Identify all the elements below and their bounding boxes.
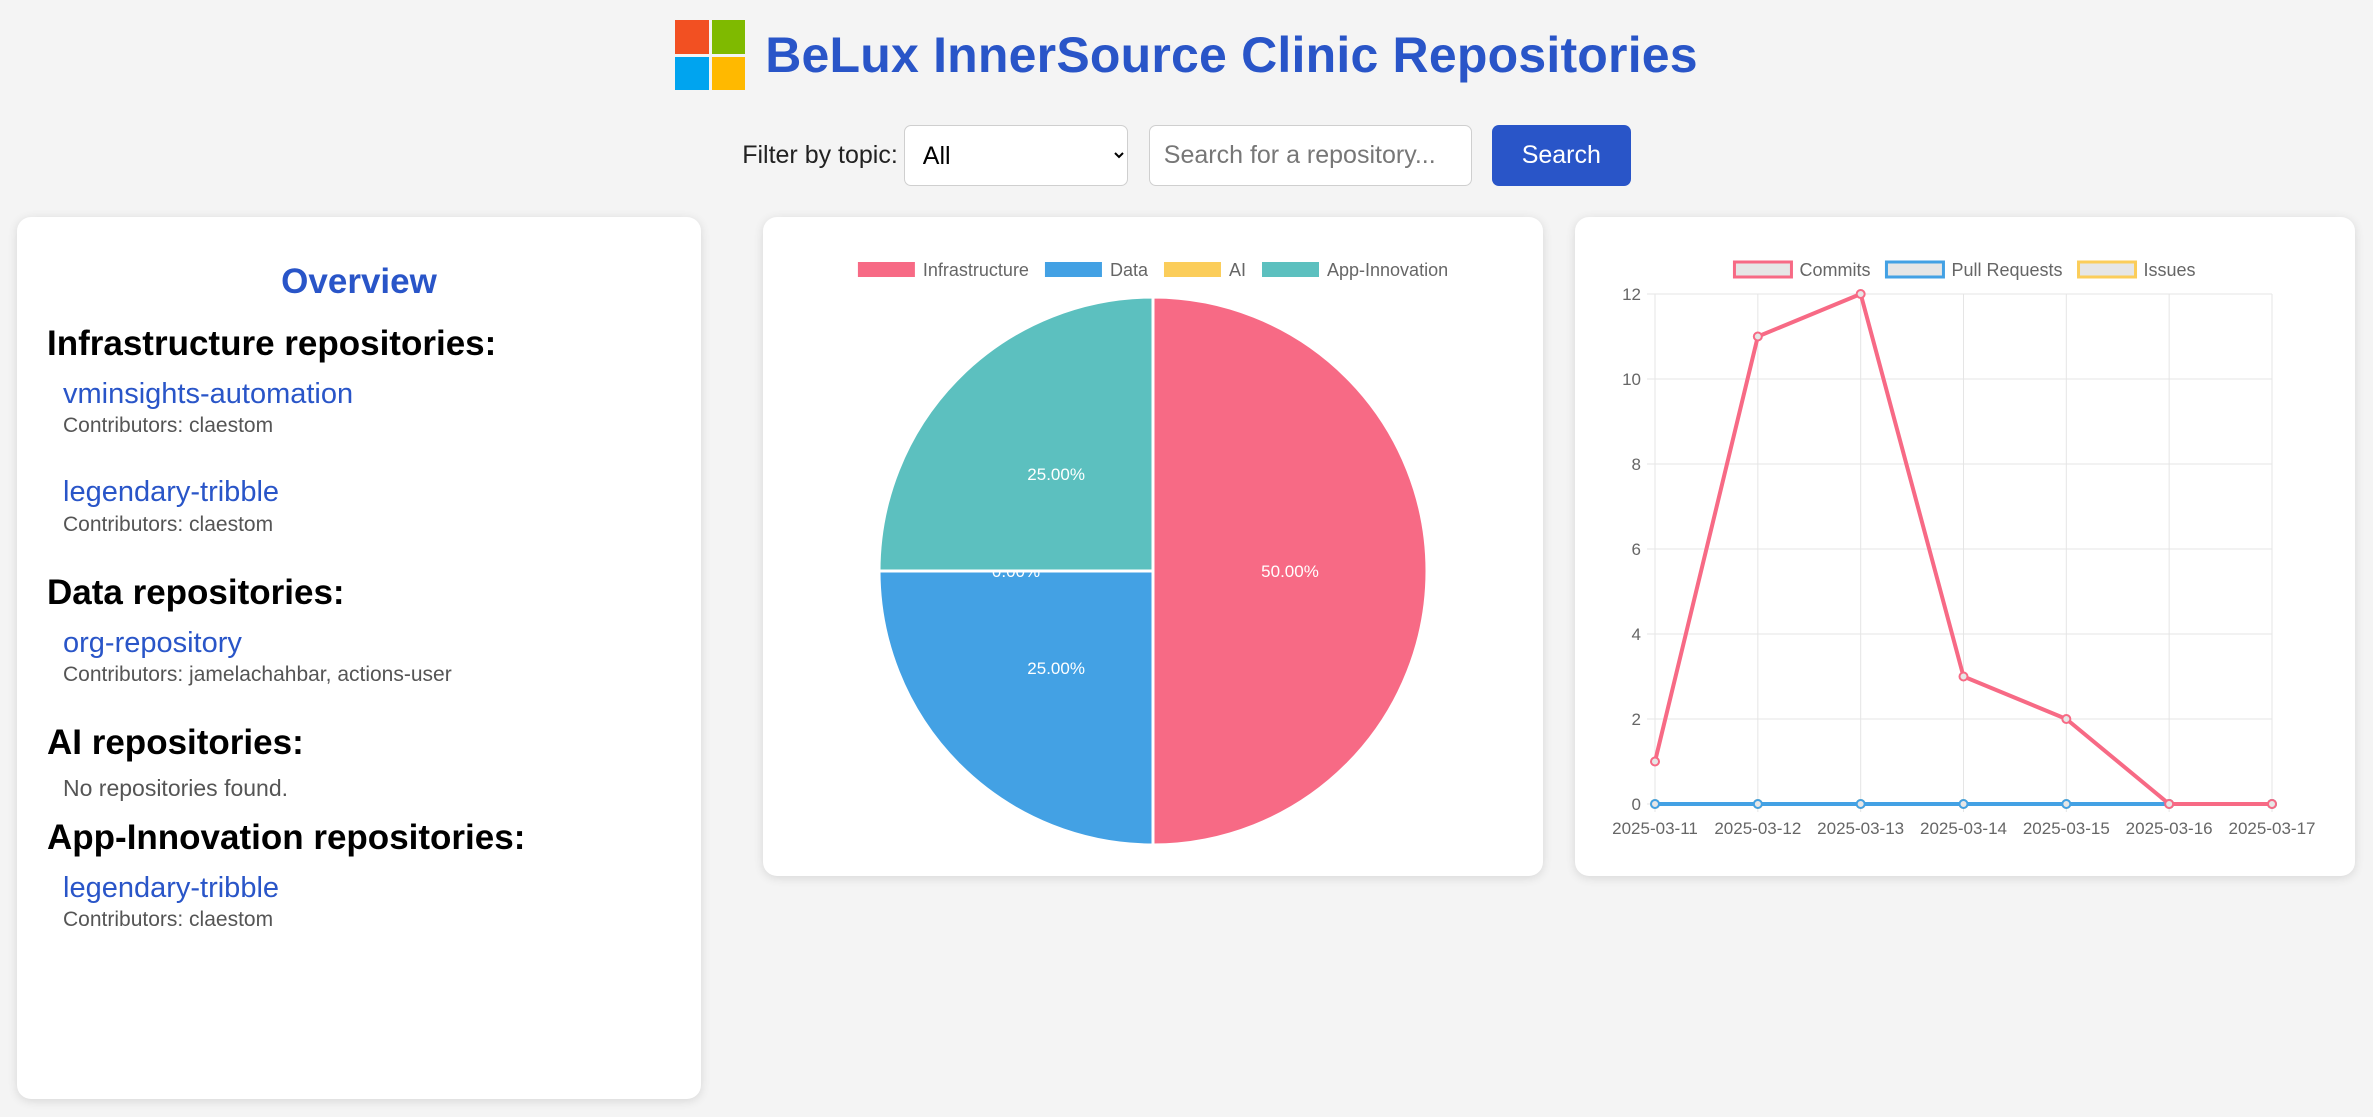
repo-contributors: Contributors: claestom xyxy=(63,414,274,438)
repo-contributors: Contributors: claestom xyxy=(63,908,274,931)
x-tick-label: 2025-03-11 xyxy=(1612,819,1698,838)
pie-slice-label: 50.00% xyxy=(1261,562,1319,581)
x-tick-label: 2025-03-12 xyxy=(1714,819,1801,838)
pie-slice-label: 25.00% xyxy=(1027,659,1085,678)
x-tick-label: 2025-03-13 xyxy=(1817,819,1904,838)
data-point[interactable] xyxy=(1752,799,1763,809)
repo-list-item: org-repository Contributors: jamelachahba… xyxy=(47,625,671,687)
repo-list-item: legendary-tribble Contributors: claestom xyxy=(47,870,671,932)
legend-swatch[interactable] xyxy=(1732,260,1793,279)
data-point[interactable] xyxy=(2061,799,2072,809)
repo-link[interactable]: org-repository xyxy=(63,625,671,661)
logo-square-green xyxy=(711,20,746,54)
empty-state-text: No repositories found. xyxy=(63,774,289,801)
y-tick-label: 2 xyxy=(1632,710,1641,729)
topic-pie-chart-card: Infrastructure Data AI App-Innovation 50.00%… xyxy=(763,217,1543,876)
legend-label[interactable]: Pull Requests xyxy=(1951,260,2062,280)
search-input[interactable] xyxy=(1148,125,1472,186)
topic-select[interactable]: All xyxy=(903,125,1128,186)
page-title: BeLux InnerSource Clinic Repositories xyxy=(765,27,1698,83)
section-heading: Data repositories: xyxy=(47,572,345,612)
x-tick-label: 2025-03-16 xyxy=(2126,819,2213,838)
legend-label[interactable]: Commits xyxy=(1799,260,1870,280)
logo-square-red xyxy=(675,20,709,54)
filter-bar: Filter by topic: All Search xyxy=(0,125,2373,186)
logo-square-yellow xyxy=(711,56,746,90)
repo-link[interactable]: legendary-tribble xyxy=(63,870,671,906)
page-header: BeLux InnerSource Clinic Repositories xyxy=(0,20,2373,90)
section-heading: Infrastructure repositories: xyxy=(47,324,497,363)
repo-list-item: legendary-tribble Contributors: claestom xyxy=(47,474,671,536)
section-heading: App-Innovation repositories: xyxy=(47,817,526,857)
y-tick-label: 8 xyxy=(1632,455,1641,474)
data-point[interactable] xyxy=(2061,714,2072,724)
repo-contributors: Contributors: claestom xyxy=(63,512,274,536)
legend-label[interactable]: App-Innovation xyxy=(1327,260,1448,280)
y-tick-label: 10 xyxy=(1622,370,1641,389)
pie-slice[interactable] xyxy=(877,569,1155,847)
repo-list-item: vminsights-automation Contributors: claes… xyxy=(47,376,671,438)
microsoft-logo-icon xyxy=(675,20,746,90)
y-tick-label: 4 xyxy=(1632,625,1641,644)
legend-swatch[interactable] xyxy=(1262,262,1319,277)
activity-line-chart-card: Commits Pull Requests Issues 0 2 4 6 8 10 12 2025-… xyxy=(1575,217,2355,876)
topic-pie-chart: Infrastructure Data AI App-Innovation 50.00%… xyxy=(857,260,1448,847)
legend-label[interactable]: Data xyxy=(1110,260,1149,280)
legend-swatch[interactable] xyxy=(2077,260,2138,279)
repo-contributors: Contributors: jamelachahbar, actions-use… xyxy=(63,662,452,686)
data-point[interactable] xyxy=(2164,799,2175,809)
repo-link[interactable]: vminsights-automation xyxy=(63,376,671,412)
logo-square-blue xyxy=(675,56,709,90)
legend-swatch[interactable] xyxy=(1884,260,1945,279)
y-tick-label: 6 xyxy=(1632,540,1641,559)
data-point[interactable] xyxy=(1752,331,1763,342)
data-point[interactable] xyxy=(1958,671,1969,682)
data-point[interactable] xyxy=(1855,799,1866,809)
legend-swatch[interactable] xyxy=(1044,262,1102,277)
y-tick-label: 0 xyxy=(1632,795,1641,814)
pie-slice[interactable] xyxy=(877,295,1155,573)
activity-line-chart: Commits Pull Requests Issues 0 2 4 6 8 10 12 2025-… xyxy=(1612,260,2316,838)
legend-swatch[interactable] xyxy=(1163,262,1221,277)
pie-slice-label: 25.00% xyxy=(1027,465,1085,484)
section-heading: AI repositories: xyxy=(47,722,304,762)
data-point[interactable] xyxy=(1650,756,1660,767)
data-point[interactable] xyxy=(1958,799,1969,809)
search-button[interactable]: Search xyxy=(1491,125,1631,186)
data-point[interactable] xyxy=(1650,799,1660,809)
legend-label[interactable]: Issues xyxy=(2144,260,2196,280)
filter-label: Filter by topic: xyxy=(742,141,898,169)
x-tick-label: 2025-03-15 xyxy=(2023,819,2110,838)
repo-link[interactable]: legendary-tribble xyxy=(63,474,671,510)
legend-label[interactable]: Infrastructure xyxy=(923,260,1029,280)
y-tick-label: 12 xyxy=(1622,285,1641,304)
x-tick-label: 2025-03-17 xyxy=(2229,819,2316,838)
legend-label[interactable]: AI xyxy=(1229,260,1246,280)
legend-swatch[interactable] xyxy=(857,262,915,277)
overview-card: Overview Infrastructure repositories: vmi… xyxy=(17,217,701,1099)
data-point[interactable] xyxy=(1855,289,1866,299)
x-tick-label: 2025-03-14 xyxy=(1920,819,2007,838)
data-point[interactable] xyxy=(2267,799,2277,809)
overview-title: Overview xyxy=(281,262,437,301)
overview-sections: Infrastructure repositories: vminsights-a… xyxy=(47,324,671,932)
